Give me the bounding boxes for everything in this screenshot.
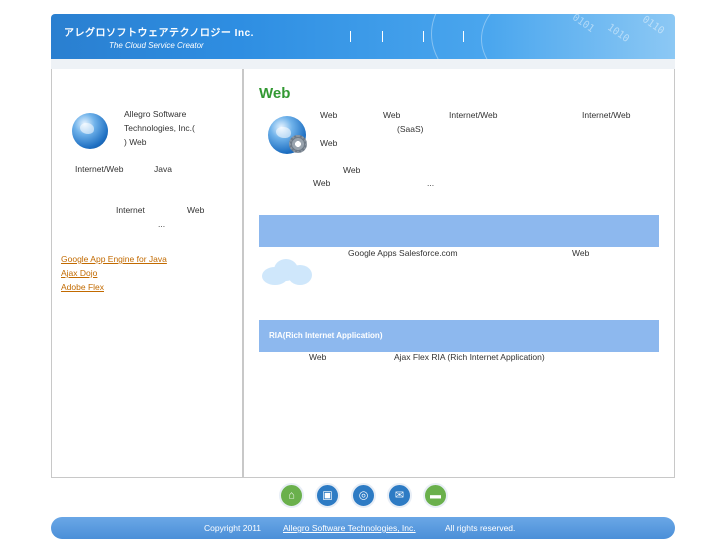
section-text: Google Apps Salesforce.com (348, 248, 458, 258)
nav-separator (350, 31, 351, 42)
nav-separator (382, 31, 383, 42)
section-text: Web (572, 248, 590, 258)
site-header: 0101 1010 0110 アレグロソフトウェアテクノロジー Inc. The… (51, 14, 675, 59)
sidebar-text: Web (187, 205, 205, 215)
section-header-label: RIA(Rich Internet Application) (269, 331, 383, 340)
sidebar-text: ... (158, 219, 166, 229)
content-text: ... (427, 178, 435, 188)
nav-separator (463, 31, 464, 42)
copyright-text: Copyright 2011 (204, 523, 262, 533)
section-header (259, 215, 659, 247)
mail-icon[interactable]: ✉ (387, 483, 412, 508)
globe-icon[interactable]: ◎ (351, 483, 376, 508)
home-icon[interactable]: ⌂ (279, 483, 304, 508)
gear-icon (289, 135, 307, 153)
globe-icon (72, 113, 108, 149)
content-text: Internet/Web (582, 110, 631, 120)
content-text: Web (313, 178, 331, 188)
page-title: Web (259, 85, 291, 102)
content-text: Web (320, 138, 338, 148)
cloud-icon (262, 257, 314, 287)
sidebar-text: Internet (116, 205, 145, 215)
content-text: Web (320, 110, 338, 120)
section-text: Web (309, 352, 327, 362)
content-text: Web (383, 110, 401, 120)
copyright-bar: Copyright 2011 Allegro Software Technolo… (51, 517, 675, 539)
chat-icon[interactable]: ▬ (423, 483, 448, 508)
content-text: Internet/Web (449, 110, 498, 120)
content-text: Web (343, 165, 361, 175)
sidebar-intro-line: Allegro Software (124, 109, 187, 119)
header-shadow-band (51, 59, 675, 69)
sidebar-intro-line: Technologies, Inc.( (124, 123, 195, 133)
sidebar-text: Java (154, 164, 172, 174)
link-ajax-dojo[interactable]: Ajax Dojo (61, 268, 97, 278)
header-nav (349, 31, 479, 43)
sidebar-text: Internet/Web (75, 164, 124, 174)
section-header: RIA(Rich Internet Application) (259, 320, 659, 352)
link-adobe-flex[interactable]: Adobe Flex (61, 282, 104, 292)
monitor-icon[interactable]: ▣ (315, 483, 340, 508)
section-text: Ajax Flex RIA (Rich Internet Application… (394, 352, 545, 362)
site-logo-text[interactable]: アレグロソフトウェアテクノロジー Inc. (64, 24, 254, 39)
content-text: (SaaS) (397, 124, 424, 134)
company-link[interactable]: Allegro Software Technologies, Inc. (283, 523, 416, 533)
site-tagline: The Cloud Service Creator (109, 41, 204, 50)
rights-text: All rights reserved. (445, 523, 516, 533)
nav-separator (423, 31, 424, 42)
link-google-app-engine[interactable]: Google App Engine for Java (61, 254, 167, 264)
sidebar-intro-line: ) Web (124, 137, 147, 147)
